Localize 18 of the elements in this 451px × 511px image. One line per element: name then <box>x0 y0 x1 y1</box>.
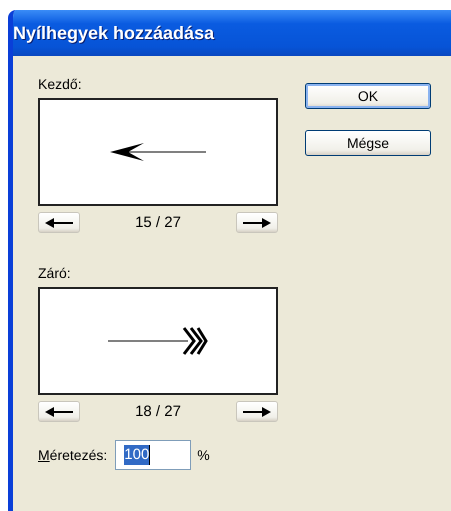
scale-label: Méretezés: <box>38 447 108 463</box>
right-arrow-icon <box>243 218 271 228</box>
percent-unit: % <box>197 447 210 463</box>
next-button[interactable] <box>236 401 278 422</box>
previous-button[interactable] <box>38 212 80 233</box>
next-button[interactable] <box>236 212 278 233</box>
scale-input-field[interactable]: 100 <box>115 440 192 470</box>
dialog-button[interactable]: Mégse <box>305 130 431 156</box>
previous-button[interactable] <box>38 401 80 422</box>
dialog-button[interactable]: OK <box>305 83 431 109</box>
window-title: Nyílhegyek hozzáadása <box>13 22 214 44</box>
preview-label: Kezdő: <box>38 76 83 92</box>
left-arrow-icon <box>45 218 73 228</box>
left-arrow-icon <box>45 406 73 416</box>
page-counter: 18 / 27 <box>135 403 181 420</box>
right-arrow-icon <box>243 406 271 416</box>
preview-label: Záró: <box>38 265 72 281</box>
page-counter: 15 / 27 <box>135 214 181 231</box>
